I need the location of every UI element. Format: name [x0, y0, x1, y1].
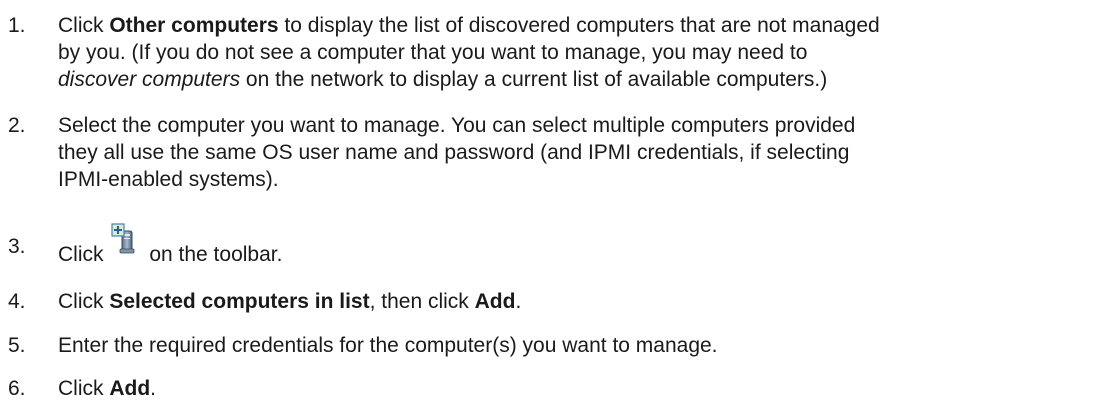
step-number: 3.	[8, 235, 26, 258]
step-number: 4.	[8, 290, 26, 313]
step-number: 6.	[8, 377, 26, 400]
add-label: Add	[474, 290, 516, 313]
add-computer-icon	[110, 223, 140, 254]
other-computers-label: Other computers	[109, 14, 279, 37]
step-text: Click Other computers to display the lis…	[58, 14, 880, 91]
step-text: Click Add.	[58, 377, 157, 400]
step-text: Click Selected computers in list, then c…	[58, 290, 522, 313]
step-text: Enter the required credentials for the c…	[58, 334, 718, 357]
step-number: 1.	[8, 14, 26, 37]
step-text: Click on the toolbar.	[58, 223, 1101, 266]
step-number: 5.	[8, 334, 26, 357]
selected-computers-label: Selected computers in list	[109, 290, 370, 313]
step-number: 2.	[8, 114, 26, 137]
add-label: Add	[109, 377, 151, 400]
step-text: Select the computer you want to manage. …	[58, 114, 856, 191]
discover-computers-term: discover computers	[58, 68, 241, 91]
instruction-steps: 1. Click Other computers to display the …	[0, 0, 1107, 416]
